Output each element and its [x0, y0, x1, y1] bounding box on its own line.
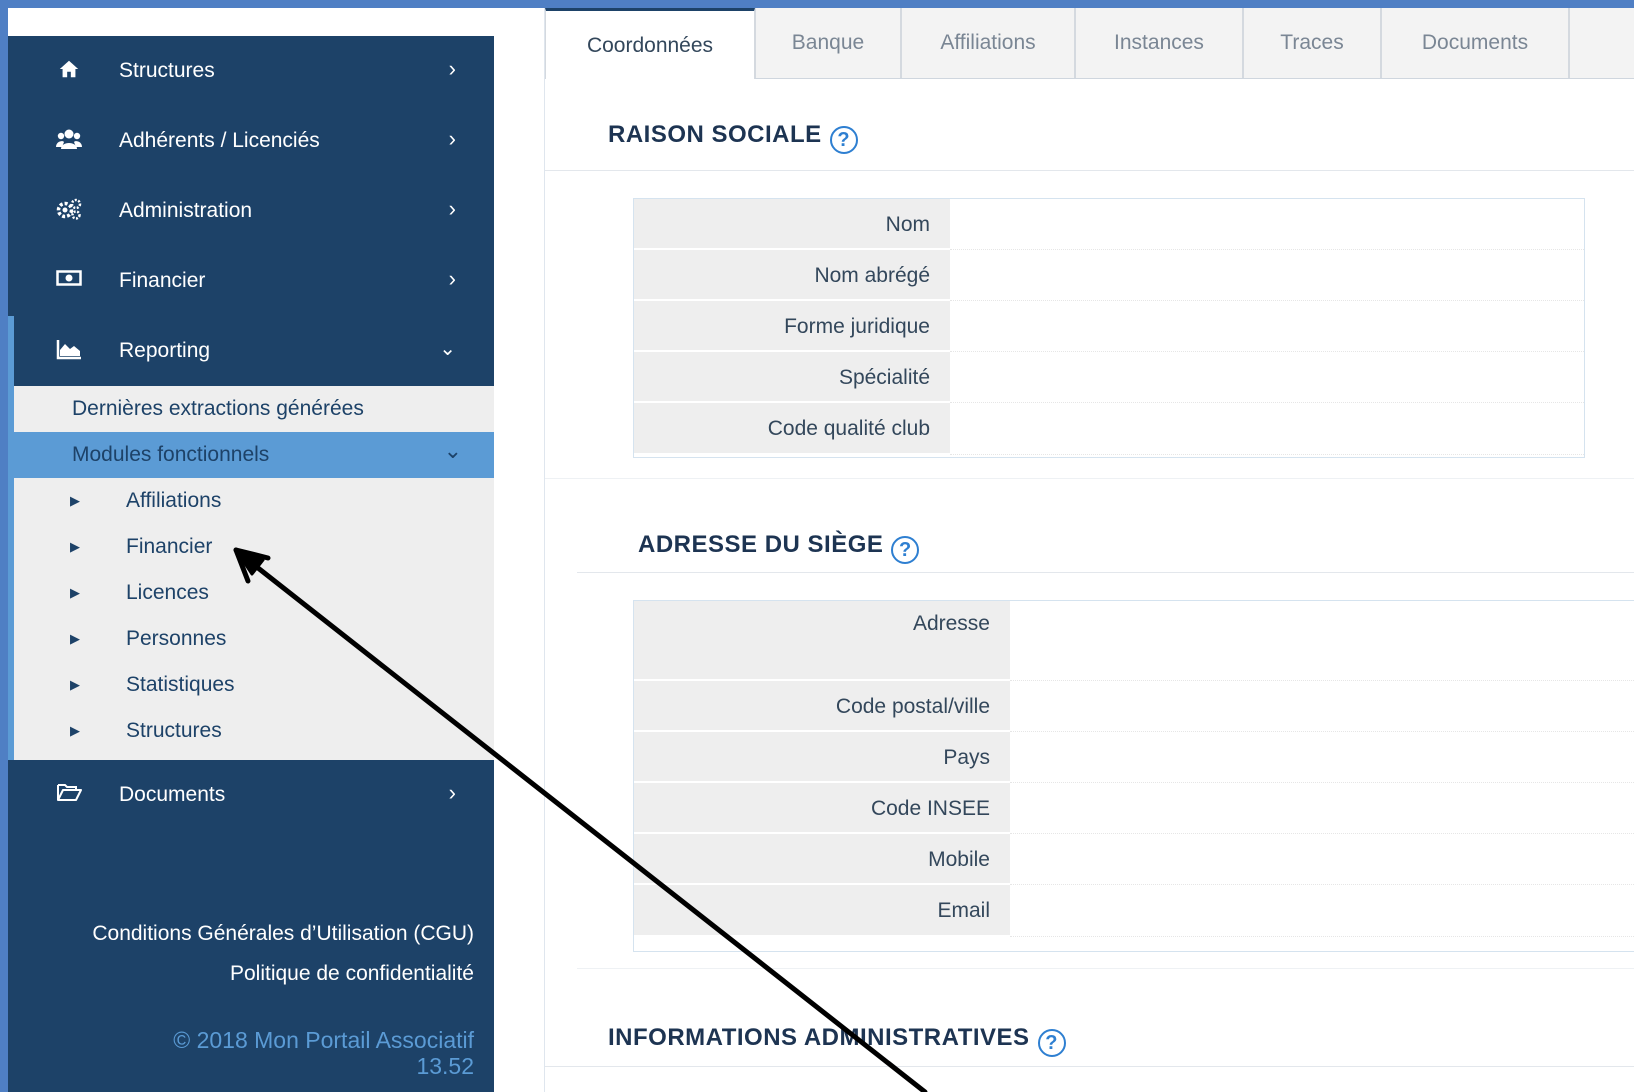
annotation-arrow: [233, 547, 928, 1092]
